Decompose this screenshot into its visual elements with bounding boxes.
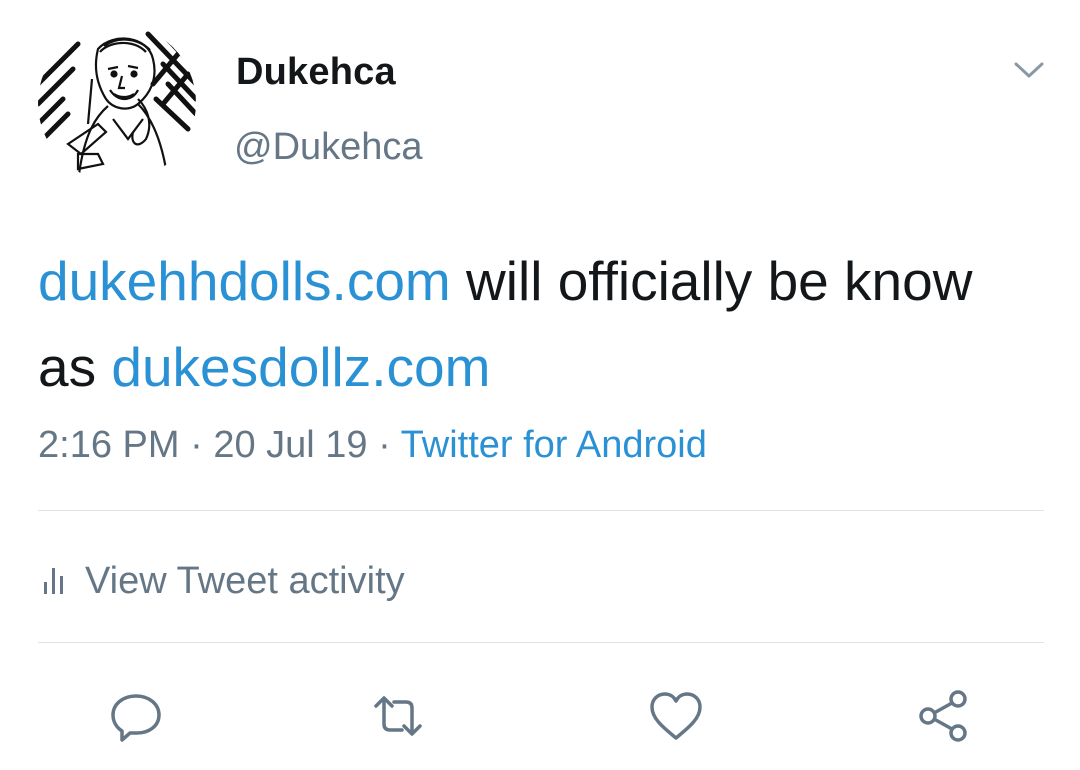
user-handle[interactable]: @Dukehca <box>234 124 423 170</box>
tweet-link-old-domain[interactable]: dukehhdolls.com <box>38 250 451 312</box>
reply-icon <box>111 694 161 742</box>
tweet-date: 20 Jul 19 <box>213 424 368 466</box>
share-button[interactable] <box>914 686 974 746</box>
view-tweet-activity-button[interactable]: View Tweet activity <box>44 556 405 606</box>
meta-separator: · <box>179 424 214 466</box>
avatar[interactable] <box>38 24 196 182</box>
divider <box>38 510 1044 511</box>
meta-separator: · <box>367 424 401 466</box>
reply-button[interactable] <box>106 686 166 746</box>
chevron-down-icon[interactable] <box>1012 58 1046 82</box>
retweet-icon <box>374 696 422 736</box>
tweet-time: 2:16 PM <box>38 424 180 466</box>
tweet-link-new-domain[interactable]: dukesdollz.com <box>111 336 490 398</box>
divider <box>38 642 1044 643</box>
like-button[interactable] <box>646 686 706 746</box>
share-icon <box>919 690 967 742</box>
tweet-meta: 2:16 PM · 20 Jul 19 · Twitter for Androi… <box>38 420 707 470</box>
retweet-button[interactable] <box>368 686 428 746</box>
tweet-source-link[interactable]: Twitter for Android <box>401 424 707 466</box>
display-name[interactable]: Dukehca <box>236 50 396 94</box>
view-tweet-activity-label: View Tweet activity <box>85 559 405 602</box>
heart-icon <box>650 692 702 740</box>
bar-chart-icon <box>44 568 63 594</box>
tweet-text: dukehhdolls.com will officially be know … <box>38 238 1038 410</box>
avatar-sketch-image <box>38 24 196 182</box>
